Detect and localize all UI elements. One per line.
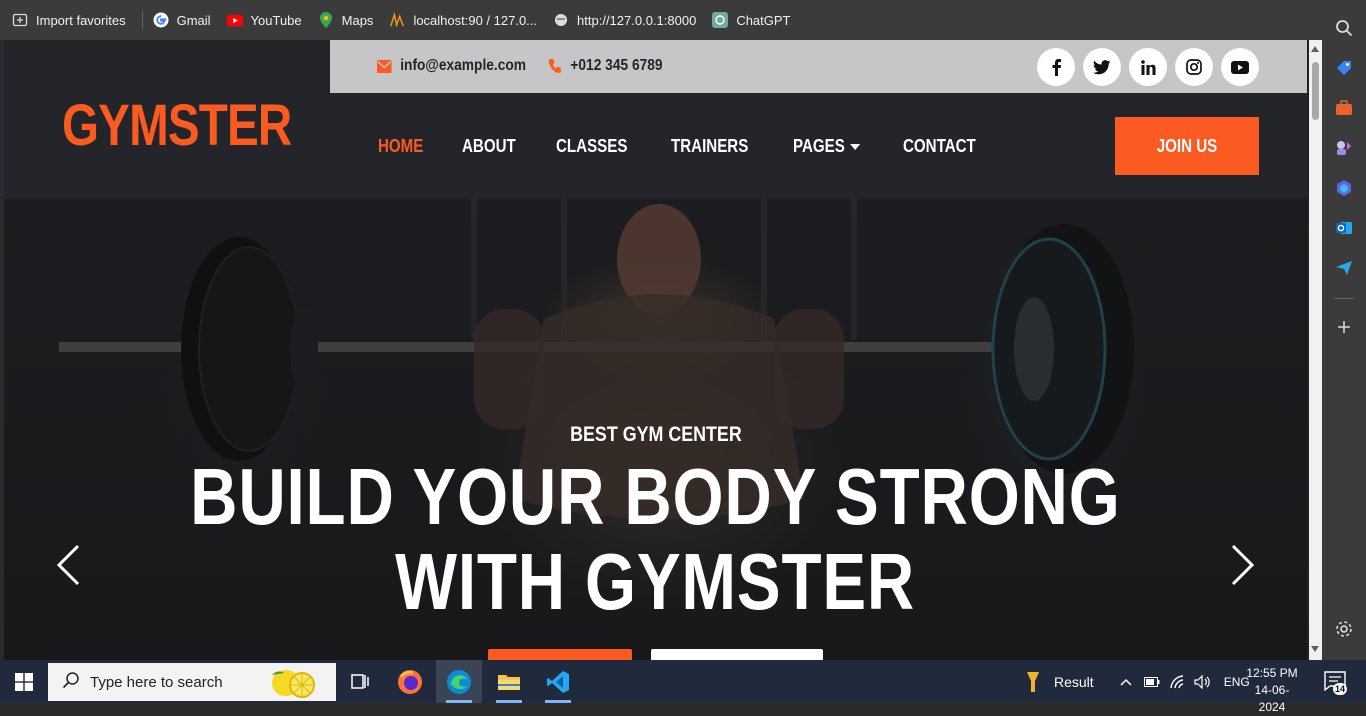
bookmark-label: YouTube: [250, 12, 302, 28]
bookmark-youtube[interactable]: YouTube: [226, 12, 302, 28]
nav-pages-label: PAGES: [793, 136, 845, 156]
sidebar-divider: [1334, 298, 1354, 299]
youtube-icon: [226, 12, 243, 28]
bookmark-localhost[interactable]: localhost:90 / 127.0...: [389, 12, 537, 28]
main-navigation: HOME ABOUT CLASSES TRAINERS PAGES CONTAC…: [378, 136, 1019, 157]
twitter-icon[interactable]: [1083, 48, 1121, 86]
nav-home[interactable]: HOME: [378, 136, 423, 157]
nav-about[interactable]: ABOUT: [462, 136, 516, 157]
join-us-label: JOIN US: [1156, 135, 1218, 156]
globe-icon: [553, 12, 569, 28]
phone-text: +012 345 6789: [570, 57, 663, 74]
email-contact[interactable]: info@example.com: [377, 57, 526, 75]
scroll-up-icon[interactable]: [1311, 46, 1319, 52]
envelope-icon: [377, 59, 392, 73]
add-icon[interactable]: [1332, 315, 1356, 339]
email-text: info@example.com: [400, 57, 527, 74]
search-icon[interactable]: [1332, 16, 1356, 40]
youtube-icon[interactable]: [1221, 48, 1259, 86]
clock-date: 14-06-2024: [1254, 683, 1290, 714]
bookmark-gmail[interactable]: Gmail: [153, 12, 211, 28]
phpmyadmin-icon: [389, 12, 405, 28]
carousel-prev-icon[interactable]: [49, 543, 89, 587]
clock-time: 12:55 PM: [1246, 666, 1298, 680]
copilot-icon[interactable]: [1332, 176, 1356, 200]
hero-subtitle-text: BEST GYM CENTER: [569, 423, 742, 446]
outlook-icon[interactable]: [1332, 216, 1356, 240]
bookmark-label: Import favorites: [36, 12, 126, 28]
hero-carousel: BEST GYM CENTER BUILD YOUR BODY STRONG W…: [4, 199, 1307, 660]
caret-down-icon: [849, 143, 860, 150]
task-view-icon[interactable]: [337, 660, 383, 703]
maps-pin-icon: [318, 12, 334, 28]
bookmark-label: Gmail: [176, 12, 211, 28]
taskbar-search-box[interactable]: Type here to search: [48, 663, 336, 701]
firefox-icon[interactable]: [387, 660, 433, 703]
google-icon: [153, 12, 169, 28]
hero-title-line-2-text: WITH GYMSTER: [395, 537, 916, 626]
notification-center-icon[interactable]: 14: [1322, 669, 1348, 695]
nav-trainers[interactable]: TRAINERS: [671, 136, 748, 157]
join-us-button[interactable]: JOIN US: [1115, 117, 1259, 175]
notification-count-badge: 14: [1333, 683, 1348, 695]
nav-pages-dropdown[interactable]: PAGES: [793, 136, 860, 157]
site-logo[interactable]: GYMSTER: [62, 92, 292, 159]
import-icon: [12, 12, 28, 28]
contact-topbar: info@example.com +012 345 6789: [330, 40, 1307, 93]
nav-classes[interactable]: CLASSES: [556, 136, 627, 157]
browser-sidebar: [1322, 0, 1366, 660]
send-icon[interactable]: [1332, 256, 1356, 280]
vscode-icon[interactable]: [535, 660, 581, 703]
wifi-icon[interactable]: [1169, 674, 1186, 689]
bookmark-label: Maps: [341, 12, 374, 28]
windows-taskbar: Type here to search Result ENG 12:55 PM …: [0, 660, 1366, 714]
chevron-up-icon[interactable]: [1120, 678, 1132, 686]
search-icon: [62, 671, 80, 693]
chatgpt-icon: [712, 12, 729, 28]
bookmarks-bar: Import favorites Gmail YouTube Maps loca…: [0, 0, 1322, 40]
settings-gear-icon[interactable]: [1332, 617, 1356, 641]
phone-icon: [548, 58, 562, 74]
linkedin-icon[interactable]: [1129, 48, 1167, 86]
site-header: GYMSTER info@example.com +012 345 6789 H…: [4, 40, 1307, 199]
carousel-next-icon[interactable]: [1222, 543, 1262, 587]
search-placeholder: Type here to search: [90, 673, 223, 691]
result-app-icon[interactable]: [1026, 671, 1040, 693]
file-explorer-icon[interactable]: [486, 660, 532, 703]
facebook-icon[interactable]: [1037, 48, 1075, 86]
lemon-decoration-icon: [268, 665, 324, 703]
windows-start-icon[interactable]: [0, 660, 48, 703]
bookmark-label: http://127.0.0.1:8000: [577, 12, 697, 28]
battery-icon[interactable]: [1143, 676, 1160, 687]
shopping-tag-icon[interactable]: [1332, 56, 1356, 80]
bookmark-label: ChatGPT: [736, 12, 791, 28]
instagram-icon[interactable]: [1175, 48, 1213, 86]
bookmark-maps[interactable]: Maps: [318, 12, 374, 28]
scroll-down-icon[interactable]: [1311, 646, 1319, 652]
bookmark-chatgpt[interactable]: ChatGPT: [712, 12, 791, 28]
scroll-thumb[interactable]: [1312, 62, 1319, 120]
games-icon[interactable]: [1332, 136, 1356, 160]
hero-secondary-button[interactable]: [651, 649, 823, 660]
bookmark-local-server[interactable]: http://127.0.0.1:8000: [553, 12, 696, 28]
hero-subtitle: BEST GYM CENTER: [4, 423, 1307, 447]
bookmark-label: localhost:90 / 127.0...: [413, 12, 538, 28]
hero-title-line-1-text: BUILD YOUR BODY STRONG: [190, 452, 1121, 541]
toolbox-icon[interactable]: [1332, 96, 1356, 120]
nav-contact[interactable]: CONTACT: [903, 136, 976, 157]
system-tray: Result ENG: [1020, 660, 1250, 703]
volume-icon[interactable]: [1194, 674, 1212, 689]
bookmark-separator: [141, 11, 143, 29]
hero-primary-button[interactable]: [488, 649, 632, 660]
edge-browser-icon[interactable]: [436, 660, 482, 703]
page-scrollbar[interactable]: [1309, 40, 1322, 660]
hero-title-line-2: WITH GYMSTER: [4, 542, 1307, 622]
tray-app-label[interactable]: Result: [1054, 674, 1094, 690]
phone-contact[interactable]: +012 345 6789: [548, 57, 663, 75]
system-clock[interactable]: 12:55 PM 14-06-2024: [1244, 665, 1300, 716]
bookmark-import-favorites[interactable]: Import favorites: [12, 12, 126, 28]
hero-title-line-1: BUILD YOUR BODY STRONG: [4, 457, 1307, 537]
webpage-viewport: GYMSTER info@example.com +012 345 6789 H…: [4, 40, 1322, 660]
